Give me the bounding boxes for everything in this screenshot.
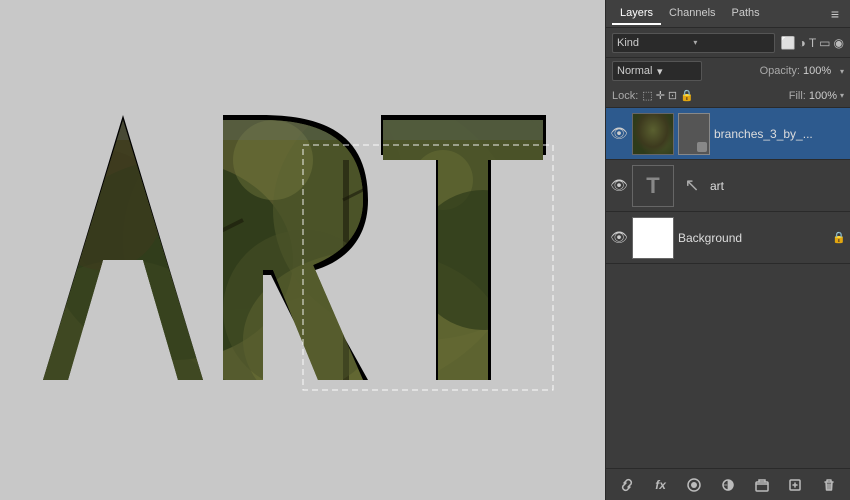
new-group-button[interactable] (751, 474, 773, 496)
shape-filter-icon[interactable]: ▭ (819, 36, 830, 50)
kind-row: Kind ▾ ⬜ ◑ T ▭ ◉ (606, 28, 850, 58)
panel-toolbar: fx (606, 468, 850, 500)
layer-name-branches: branches_3_by_... (714, 127, 846, 141)
layer-thumb-branches (632, 113, 674, 155)
lock-icons: ⬚ ✛ ⊡ 🔒 (642, 89, 694, 102)
kind-dropdown-arrow: ▾ (693, 38, 769, 47)
kind-dropdown[interactable]: Kind ▾ (612, 33, 775, 53)
panel-menu-button[interactable]: ≡ (826, 5, 844, 23)
fx-button[interactable]: fx (650, 474, 672, 496)
layer-item-branches[interactable]: 👁 branches_3_by_... (606, 108, 850, 160)
layer-info-art: art (710, 179, 846, 193)
lock-pixels-icon[interactable]: ⬚ (642, 89, 652, 102)
lock-position-icon[interactable]: ✛ (656, 89, 665, 102)
new-layer-button[interactable] (784, 474, 806, 496)
layer-thumb-art: T (632, 165, 674, 207)
lock-label: Lock: (612, 90, 638, 102)
layer-name-background: Background (678, 231, 828, 245)
cursor-icon: ↖ (678, 165, 706, 207)
opacity-value[interactable]: 100% (803, 65, 837, 77)
tab-channels[interactable]: Channels (661, 3, 723, 25)
type-filter-icon[interactable]: T (809, 36, 816, 50)
lock-artboard-icon[interactable]: ⊡ (668, 89, 677, 102)
fill-label: Fill: (789, 90, 806, 102)
opacity-label: Opacity: (760, 65, 800, 77)
opacity-row: Opacity: 100% ▾ (760, 65, 844, 77)
fill-row: Fill: 100% ▾ (789, 90, 844, 102)
layer-info-background: Background (678, 231, 828, 245)
eye-icon-art: 👁 (610, 177, 628, 194)
layers-panel: Layers Channels Paths ≡ Kind ▾ ⬜ ◑ T ▭ ◉… (605, 0, 850, 500)
kind-label: Kind (617, 37, 693, 49)
tab-paths[interactable]: Paths (724, 3, 768, 25)
layer-name-art: art (710, 179, 846, 193)
panel-tabs: Layers Channels Paths ≡ (606, 0, 850, 28)
layer-visibility-branches[interactable]: 👁 (610, 125, 628, 143)
layer-mask-thumb-branches (678, 113, 710, 155)
layer-info-branches: branches_3_by_... (714, 127, 846, 141)
smartobject-filter-icon[interactable]: ◉ (834, 36, 844, 50)
fill-value[interactable]: 100% (809, 90, 837, 102)
tab-layers[interactable]: Layers (612, 3, 661, 25)
blend-row: Normal ▾ Opacity: 100% ▾ (606, 58, 850, 84)
adjustment-button[interactable] (717, 474, 739, 496)
eye-icon-background: 👁 (610, 229, 628, 246)
adjustment-filter-icon[interactable]: ◑ (799, 36, 806, 50)
layers-list: 👁 branches_3_by_... 👁 T ↖ (606, 108, 850, 468)
link-layers-button[interactable] (616, 474, 638, 496)
pixel-filter-icon[interactable]: ⬜ (781, 36, 796, 50)
blend-mode-label: Normal (617, 65, 657, 77)
delete-layer-button[interactable] (818, 474, 840, 496)
opacity-arrow: ▾ (840, 67, 844, 76)
layer-thumb-background (632, 217, 674, 259)
layer-item-background[interactable]: 👁 Background 🔒 (606, 212, 850, 264)
background-lock-icon: 🔒 (832, 231, 846, 244)
canvas-area (0, 0, 605, 500)
blend-dropdown-arrow: ▾ (657, 65, 697, 78)
layer-visibility-background[interactable]: 👁 (610, 229, 628, 247)
layer-visibility-art[interactable]: 👁 (610, 177, 628, 195)
lock-row: Lock: ⬚ ✛ ⊡ 🔒 Fill: 100% ▾ (606, 84, 850, 108)
blend-mode-dropdown[interactable]: Normal ▾ (612, 61, 702, 81)
eye-icon-branches: 👁 (610, 125, 628, 142)
layer-item-art[interactable]: 👁 T ↖ art (606, 160, 850, 212)
fill-arrow: ▾ (840, 91, 844, 100)
kind-icons: ⬜ ◑ T ▭ ◉ (781, 36, 844, 50)
art-canvas (23, 60, 583, 440)
add-mask-button[interactable] (683, 474, 705, 496)
lock-all-icon[interactable]: 🔒 (680, 89, 694, 102)
